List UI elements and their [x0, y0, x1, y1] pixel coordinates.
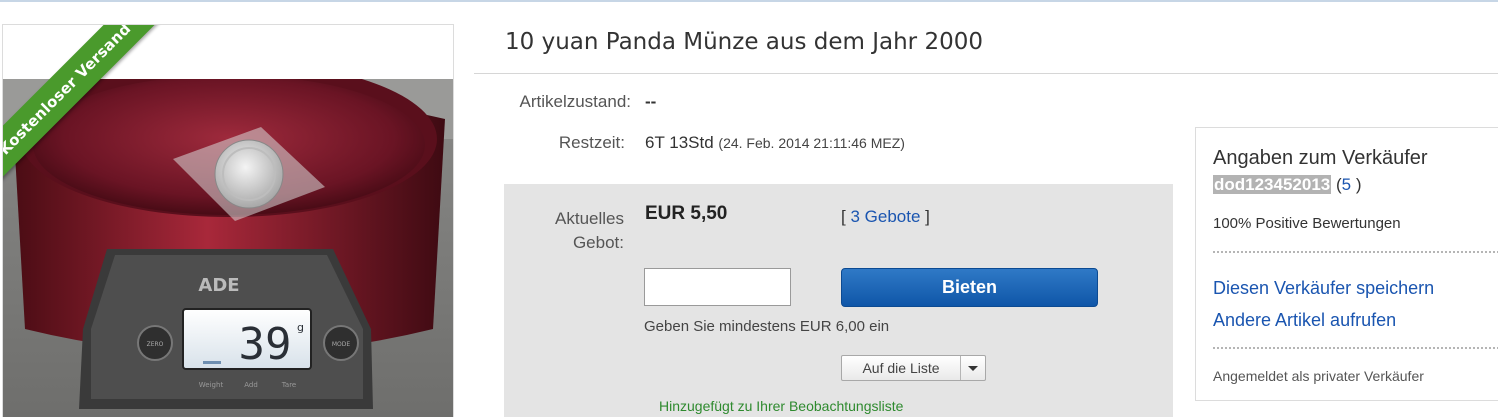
bid-count-close: ] [925, 207, 930, 226]
current-bid-price: EUR 5,50 [645, 203, 728, 224]
bid-count: [ 3 Gebote ] [841, 207, 930, 227]
seller-divider [1213, 251, 1498, 253]
current-bid-label-line2: Gebot: [572, 233, 624, 252]
minimum-bid-hint: Geben Sie mindestens EUR 6,00 ein [644, 318, 890, 335]
seller-info-title: Angaben zum Verkäufer [1213, 147, 1428, 169]
seller-name-row: dod123452013 (5 ) [1213, 175, 1362, 195]
bid-box: Aktuelles Gebot: EUR 5,50 [ 3 Gebote ] B… [504, 184, 1173, 417]
condition-value: -- [645, 92, 657, 111]
time-left-label: Restzeit: [558, 133, 625, 152]
scale-zero-button-label: ZERO [147, 341, 164, 348]
scale-display-value: 39 [239, 319, 292, 370]
condition-label: Artikelzustand: [519, 92, 632, 111]
seller-type: Angemeldet als privater Verkäufer [1213, 368, 1424, 384]
scale-label-weight: Weight [199, 381, 224, 389]
bid-history-link[interactable]: 3 Gebote [850, 207, 920, 226]
current-bid-label-line1: Aktuelles [555, 209, 624, 228]
item-title: 10 yuan Panda Münze aus dem Jahr 2000 [505, 29, 983, 55]
seller-info-panel: Angaben zum Verkäufer dod123452013 (5 ) … [1195, 127, 1498, 401]
time-left-value: 6T 13Std [645, 133, 714, 152]
add-to-watchlist-button[interactable]: Auf die Liste [841, 355, 986, 381]
scale-label-add: Add [244, 381, 258, 389]
current-bid-label: Aktuelles Gebot: [504, 207, 624, 255]
scale-label-tare: Tare [281, 381, 296, 389]
scale-mode-button-label: MODE [332, 341, 351, 348]
save-seller-link[interactable]: Diesen Verkäufer speichern [1213, 278, 1434, 299]
watchlist-added-message: Hinzugefügt zu Ihrer Beobachtungsliste [659, 398, 904, 414]
seller-count-close: ) [1355, 175, 1362, 194]
scale-display-unit: g [297, 321, 304, 334]
bid-amount-input[interactable] [644, 268, 791, 306]
top-divider [0, 0, 1498, 2]
add-to-watchlist-label[interactable]: Auf die Liste [842, 356, 961, 380]
seller-name[interactable]: dod123452013 [1213, 175, 1332, 194]
title-divider [474, 73, 1498, 74]
item-photo[interactable]: ADE 39 g ZERO MODE Weight Add Tare [3, 79, 454, 417]
end-time: (24. Feb. 2014 21:11:46 MEZ) [718, 135, 905, 151]
item-image-panel[interactable]: ADE 39 g ZERO MODE Weight Add Tare Koste… [2, 24, 454, 417]
seller-positive-feedback: 100% Positive Bewertungen [1213, 215, 1401, 232]
scale-brand: ADE [198, 275, 239, 296]
bid-count-open: [ [841, 207, 846, 226]
chevron-down-icon[interactable] [961, 356, 985, 380]
time-left: 6T 13Std (24. Feb. 2014 21:11:46 MEZ) [645, 133, 905, 153]
place-bid-button[interactable]: Bieten [841, 268, 1098, 307]
seller-feedback-count-link[interactable]: 5 [1342, 175, 1351, 194]
seller-divider [1213, 347, 1498, 349]
view-other-items-link[interactable]: Andere Artikel aufrufen [1213, 310, 1396, 331]
